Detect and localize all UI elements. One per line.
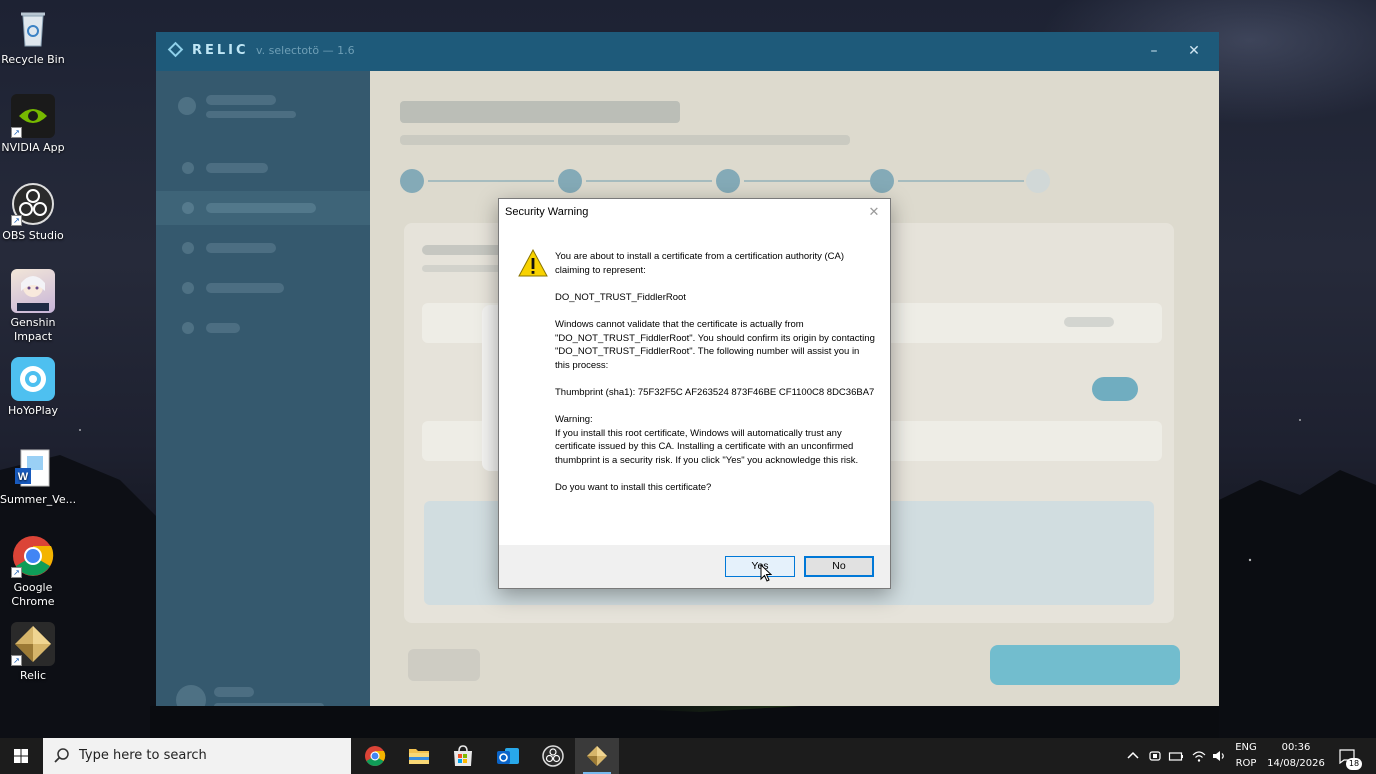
shortcut-arrow-icon: ↗ xyxy=(11,215,22,226)
taskbar: Type here to search ENG ROP 00:36 14/08/… xyxy=(0,738,1376,774)
dialog-warning-text: Warning: If you install this root certif… xyxy=(555,414,859,466)
obs-icon: ↗ xyxy=(11,182,55,226)
genshin-icon xyxy=(11,269,55,313)
search-icon xyxy=(54,748,69,763)
relic-logo-icon xyxy=(167,41,184,58)
dialog-thumbprint: Thumbprint (sha1): 75F32F5C AF263524 873… xyxy=(555,386,875,398)
desktop-icon-hoyoplay[interactable]: HoYoPlay xyxy=(0,357,66,418)
desktop-icon-relic[interactable]: ↗ Relic xyxy=(0,622,66,683)
chrome-icon xyxy=(365,746,386,766)
dialog-question: Do you want to install this certificate? xyxy=(555,482,712,494)
outlook-icon xyxy=(497,748,519,764)
desktop-icon-google-chrome[interactable]: ↗ Google Chrome xyxy=(0,534,66,609)
desktop-icon-label: OBS Studio xyxy=(2,229,64,242)
chrome-icon: ↗ xyxy=(11,534,55,578)
word-document-icon: W xyxy=(11,446,55,490)
desktop-icon-obs-studio[interactable]: ↗ OBS Studio xyxy=(0,182,66,243)
desktop-icon-label: HoYoPlay xyxy=(8,404,58,417)
desktop-icon-summer-document[interactable]: W Summer_Ve... xyxy=(0,446,77,507)
search-placeholder: Type here to search xyxy=(79,748,207,763)
nvidia-icon: ↗ xyxy=(11,94,55,138)
shortcut-arrow-icon: ↗ xyxy=(11,127,22,138)
microsoft-store-icon xyxy=(454,745,472,766)
show-hidden-icons-chevron-up-icon[interactable] xyxy=(1125,748,1141,764)
clock-date[interactable]: 14/08/2026 xyxy=(1266,758,1326,769)
taskbar-search-box[interactable]: Type here to search xyxy=(43,738,351,774)
obs-icon xyxy=(542,745,564,767)
relic-titlebar[interactable]: RELIC v. selectotö — 1.6 – ✕ xyxy=(156,32,1219,71)
taskbar-outlook[interactable] xyxy=(486,738,530,774)
desktop-icon-nvidia-app[interactable]: ↗ NVIDIA App xyxy=(0,94,66,155)
shortcut-arrow-icon: ↗ xyxy=(11,567,22,578)
wifi-icon[interactable] xyxy=(1191,748,1207,764)
relic-icon xyxy=(587,746,607,766)
desktop-icon-label: Genshin Impact xyxy=(10,316,56,343)
dialog-ca-name: DO_NOT_TRUST_FiddlerRoot xyxy=(555,291,686,303)
warning-icon xyxy=(518,248,548,277)
recycle-bin-icon xyxy=(11,6,55,50)
desktop-icon-label: NVIDIA App xyxy=(1,141,65,154)
no-button[interactable]: No xyxy=(804,556,874,577)
volume-icon[interactable] xyxy=(1211,748,1227,764)
relic-version: v. selectotö — 1.6 xyxy=(256,44,355,57)
notification-count-badge: 18 xyxy=(1346,758,1362,770)
taskbar-file-explorer[interactable] xyxy=(397,738,441,774)
dialog-intro-text: You are about to install a certificate f… xyxy=(555,251,845,276)
taskbar-chrome[interactable] xyxy=(353,738,397,774)
close-button[interactable]: ✕ xyxy=(1182,40,1206,62)
minimize-button[interactable]: – xyxy=(1142,40,1166,62)
desktop-icon-recycle-bin[interactable]: Recycle Bin xyxy=(0,6,66,67)
relic-app-title: RELIC xyxy=(192,43,249,58)
language-indicator[interactable]: ENG xyxy=(1233,742,1259,753)
desktop-icon-label: Relic xyxy=(19,669,47,682)
dialog-validation-text: Windows cannot validate that the certifi… xyxy=(555,318,875,371)
keyboard-layout-indicator[interactable]: ROP xyxy=(1233,758,1259,769)
dialog-close-button[interactable]: ✕ xyxy=(864,203,884,221)
tray-app-icon[interactable] xyxy=(1147,748,1163,764)
taskbar-microsoft-store[interactable] xyxy=(441,738,485,774)
mouse-cursor-icon xyxy=(760,564,772,582)
taskbar-relic[interactable] xyxy=(575,738,619,774)
taskbar-obs[interactable] xyxy=(531,738,575,774)
dialog-title: Security Warning xyxy=(505,206,589,218)
battery-icon[interactable] xyxy=(1168,748,1184,764)
security-warning-dialog: Security Warning ✕ You are about to inst… xyxy=(498,198,891,589)
dialog-message: You are about to install a certificate f… xyxy=(555,250,875,508)
shortcut-arrow-icon: ↗ xyxy=(11,655,22,666)
file-explorer-icon xyxy=(409,749,429,764)
hoyoplay-icon xyxy=(11,357,55,401)
windows-logo-icon xyxy=(14,749,28,763)
desktop-icon-genshin-impact[interactable]: Genshin Impact xyxy=(0,269,66,344)
relic-icon: ↗ xyxy=(11,622,55,666)
clock-time[interactable]: 00:36 xyxy=(1266,742,1326,753)
svg-text:W: W xyxy=(18,471,29,483)
dialog-button-bar: Yes No xyxy=(499,545,890,588)
start-button[interactable] xyxy=(0,738,43,774)
desktop-icon-label: Summer_Ve... xyxy=(0,493,77,506)
desktop-icon-label: Recycle Bin xyxy=(1,53,65,66)
desktop-icon-label: Google Chrome xyxy=(11,581,55,608)
